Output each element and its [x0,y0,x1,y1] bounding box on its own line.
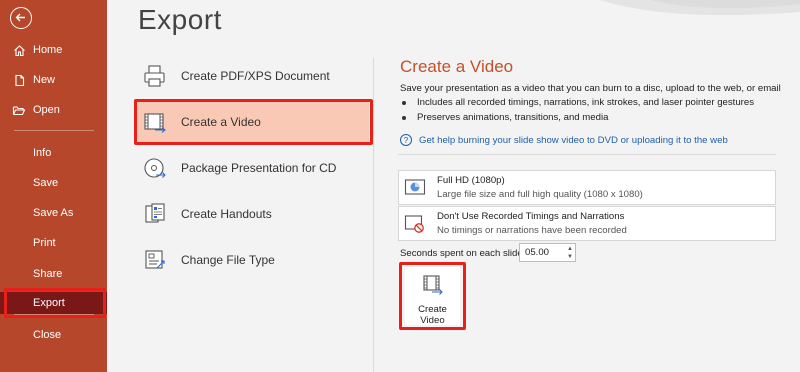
nav-new[interactable]: New [0,69,107,91]
option-create-pdf-xps[interactable]: Create PDF/XPS Document [136,56,369,96]
section-divider [398,154,776,155]
nav-close-label: Close [33,329,62,341]
help-link-text: Get help burning your slide show video t… [419,134,728,146]
bullet-dot [402,115,406,120]
create-video-highlight-box [134,99,373,145]
create-video-button-highlight-box [399,262,466,330]
sidebar-divider [14,130,94,131]
full-hd-monitor-icon [403,176,427,200]
nav-home[interactable]: Home [0,39,107,61]
nav-save[interactable]: Save [0,172,107,194]
cd-package-icon [142,155,168,181]
nav-close[interactable]: Close [0,324,107,346]
quality-dropdown[interactable]: Full HD (1080p) Large file size and full… [398,170,776,205]
bullet-item: Includes all recorded timings, narration… [402,97,754,108]
quality-main-text: Full HD (1080p) [437,175,505,186]
home-icon [12,43,26,57]
bullet-text: Includes all recorded timings, narration… [417,97,755,108]
nav-open[interactable]: Open [0,99,107,121]
option-package-cd[interactable]: Package Presentation for CD [136,148,369,188]
bullet-dot [402,100,406,105]
nav-save-as-label: Save As [33,207,74,219]
option-label: Package Presentation for CD [181,161,337,175]
bullet-text: Preserves animations, transitions, and m… [417,112,609,123]
seconds-value: 05.00 [525,247,550,258]
option-label: Create Handouts [181,207,272,221]
new-file-icon [12,73,26,87]
nav-new-label: New [33,74,56,86]
seconds-per-slide-input[interactable]: 05.00 ▲ ▼ [519,243,576,262]
nav-share[interactable]: Share [0,263,107,285]
timings-dropdown[interactable]: Don't Use Recorded Timings and Narration… [398,206,776,241]
back-button[interactable] [10,7,32,29]
spin-down-icon[interactable]: ▼ [567,253,573,261]
no-timings-icon [403,212,427,236]
change-file-type-icon [142,247,168,273]
section-description: Save your presentation as a video that y… [400,83,781,94]
nav-share-label: Share [33,268,63,280]
open-folder-icon [12,103,26,117]
handouts-icon [142,201,168,227]
spinner[interactable]: ▲ ▼ [567,245,573,261]
backstage-sidebar: Home New Open Info Save Save As Print Sh… [0,0,107,372]
nav-home-label: Home [33,44,63,56]
section-title: Create a Video [400,57,514,76]
bullet-item: Preserves animations, transitions, and m… [402,112,608,123]
help-link[interactable]: ? Get help burning your slide show video… [400,134,728,146]
sidebar-divider [14,314,94,315]
nav-save-as[interactable]: Save As [0,202,107,224]
nav-info-label: Info [33,147,52,159]
timings-sub-text: No timings or narrations have been recor… [437,225,627,236]
pdf-xps-icon [142,63,168,89]
nav-open-label: Open [33,104,60,116]
nav-info[interactable]: Info [0,142,107,164]
back-arrow-icon [15,13,25,22]
quality-sub-text: Large file size and full high quality (1… [437,189,643,200]
option-label: Change File Type [181,253,275,267]
option-label: Create PDF/XPS Document [181,69,330,83]
spin-up-icon[interactable]: ▲ [567,245,573,253]
help-question-icon: ? [400,134,412,146]
decorative-swoosh [600,0,800,16]
timings-main-text: Don't Use Recorded Timings and Narration… [437,211,625,222]
nav-print-label: Print [33,237,56,249]
nav-save-label: Save [33,177,59,189]
option-change-file-type[interactable]: Change File Type [136,240,369,280]
page-title: Export [138,4,222,35]
panel-divider [373,58,374,372]
option-create-handouts[interactable]: Create Handouts [136,194,369,234]
seconds-per-slide-label: Seconds spent on each slide: [400,248,526,259]
nav-print[interactable]: Print [0,232,107,254]
